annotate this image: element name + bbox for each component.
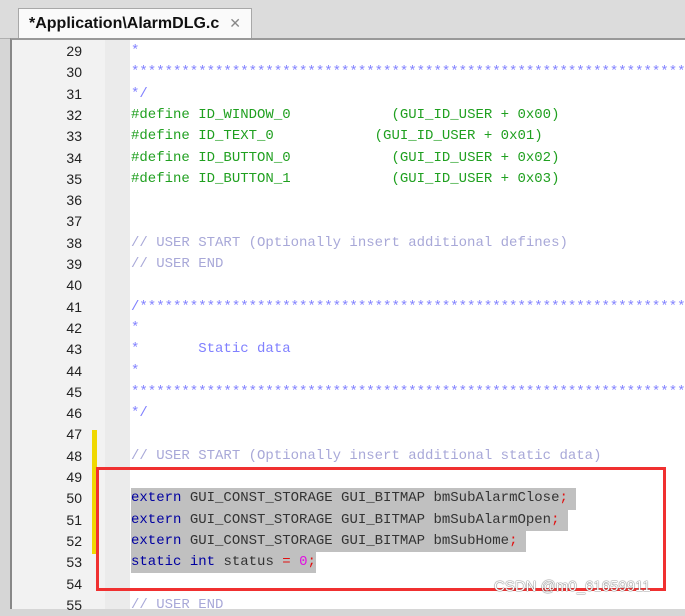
code-line[interactable]: 47 <box>12 424 685 445</box>
code-line[interactable]: 39 // USER END <box>12 254 685 275</box>
code-text: /***************************************… <box>131 297 685 318</box>
code-token: * Static data <box>131 341 291 358</box>
code-token: (GUI_ID_USER + 0x00) <box>391 106 560 123</box>
code-token: #define ID_BUTTON_0 <box>131 149 392 166</box>
tab-bar: *Application\AlarmDLG.c ✕ <box>0 0 685 39</box>
line-number: 35 <box>66 170 82 187</box>
code-text: ****************************************… <box>131 382 685 403</box>
code-line[interactable]: 44 * <box>12 361 685 382</box>
code-token: // USER START (Optionally insert additio… <box>131 234 568 251</box>
code-line[interactable]: 35 #define ID_BUTTON_1 (GUI_ID_USER + 0x0… <box>12 169 685 190</box>
line-number: 48 <box>66 447 82 464</box>
code-text: // USER END <box>131 595 223 616</box>
code-line[interactable]: 31 */ <box>12 84 685 105</box>
line-number: 46 <box>66 405 82 422</box>
highlight-box <box>96 467 666 591</box>
code-line[interactable]: 40 <box>12 275 685 296</box>
code-text: // USER END <box>131 254 223 275</box>
line-number: 43 <box>66 341 82 358</box>
code-text: * <box>131 41 139 62</box>
code-text: #define ID_WINDOW_0 (GUI_ID_USER + 0x00) <box>131 105 559 126</box>
code-text: #define ID_BUTTON_0 (GUI_ID_USER + 0x02) <box>131 148 559 169</box>
code-token: (GUI_ID_USER + 0x03) <box>391 170 560 187</box>
code-token: * <box>131 43 140 59</box>
line-number: 53 <box>66 554 82 571</box>
line-number: 30 <box>66 64 82 81</box>
line-number: 51 <box>66 511 82 528</box>
line-number: 32 <box>66 106 82 123</box>
line-number: 49 <box>66 469 82 485</box>
line-number: 42 <box>66 319 82 336</box>
line-number: 31 <box>66 85 82 102</box>
code-text: * Static data <box>131 339 291 360</box>
code-line[interactable]: 38 // USER START (Optionally insert addit… <box>12 233 685 254</box>
line-number: 45 <box>66 383 82 400</box>
code-token: /***************************************… <box>131 298 685 315</box>
code-text: */ <box>131 84 148 105</box>
code-token: #define ID_BUTTON_1 <box>131 170 392 187</box>
code-line[interactable]: 46 */ <box>12 403 685 424</box>
line-number: 55 <box>66 596 82 613</box>
code-token: */ <box>131 405 148 422</box>
close-icon[interactable]: ✕ <box>229 15 241 32</box>
code-text: * <box>131 361 139 382</box>
line-number: 50 <box>66 490 82 507</box>
code-token: #define ID_TEXT_0 <box>131 128 375 145</box>
code-token: // USER START (Optionally insert additio… <box>131 447 602 464</box>
watermark: CSDN @m0_61659911 <box>494 578 651 595</box>
line-number: 41 <box>66 298 82 315</box>
code-token: // USER END <box>131 596 224 613</box>
line-number: 36 <box>66 192 82 209</box>
code-line[interactable]: 41 /*************************************… <box>12 297 685 318</box>
code-line[interactable]: 43 * Static data <box>12 339 685 360</box>
code-line[interactable]: 55 // USER END <box>12 595 685 616</box>
code-token: // USER END <box>131 256 224 272</box>
tab-title: *Application\AlarmDLG.c <box>29 14 220 32</box>
tab-alarmdlg[interactable]: *Application\AlarmDLG.c ✕ <box>18 8 252 38</box>
code-token: (GUI_ID_USER + 0x01) <box>374 128 543 145</box>
code-line[interactable]: 33 #define ID_TEXT_0 (GUI_ID_USER + 0x01) <box>12 126 685 147</box>
line-number: 33 <box>66 128 82 145</box>
line-number: 29 <box>66 43 82 59</box>
code-line[interactable]: 32 #define ID_WINDOW_0 (GUI_ID_USER + 0x0… <box>12 105 685 126</box>
code-line[interactable]: 48 // USER START (Optionally insert addit… <box>12 446 685 467</box>
code-text: ****************************************… <box>131 62 685 83</box>
code-token: #define ID_WINDOW_0 <box>131 106 392 123</box>
code-token: */ <box>131 85 148 102</box>
code-text: * <box>131 318 139 339</box>
line-number: 34 <box>66 149 82 166</box>
code-line[interactable]: 37 <box>12 211 685 232</box>
code-text: // USER START (Optionally insert additio… <box>131 233 568 254</box>
code-line[interactable]: 29 * <box>12 41 685 62</box>
code-token: * <box>131 319 140 336</box>
line-number: 38 <box>66 234 82 251</box>
code-text: #define ID_TEXT_0 (GUI_ID_USER + 0x01) <box>131 126 543 147</box>
code-token: * <box>131 362 140 379</box>
code-line[interactable]: 30 **************************************… <box>12 62 685 83</box>
line-number: 39 <box>66 256 82 272</box>
code-line[interactable]: 42 * <box>12 318 685 339</box>
line-number: 47 <box>66 426 82 443</box>
code-token: ****************************************… <box>131 383 685 400</box>
code-line[interactable]: 34 #define ID_BUTTON_0 (GUI_ID_USER + 0x0… <box>12 148 685 169</box>
line-number: 52 <box>66 532 82 549</box>
code-text: // USER START (Optionally insert additio… <box>131 446 601 467</box>
code-token: (GUI_ID_USER + 0x02) <box>391 149 560 166</box>
line-number: 37 <box>66 213 82 230</box>
line-number: 54 <box>66 575 82 592</box>
code-text: */ <box>131 403 148 424</box>
line-number: 40 <box>66 277 82 294</box>
code-line[interactable]: 45 **************************************… <box>12 382 685 403</box>
code-text: #define ID_BUTTON_1 (GUI_ID_USER + 0x03) <box>131 169 559 190</box>
code-line[interactable]: 36 <box>12 190 685 211</box>
line-number: 44 <box>66 362 82 379</box>
code-token: ****************************************… <box>131 64 685 81</box>
